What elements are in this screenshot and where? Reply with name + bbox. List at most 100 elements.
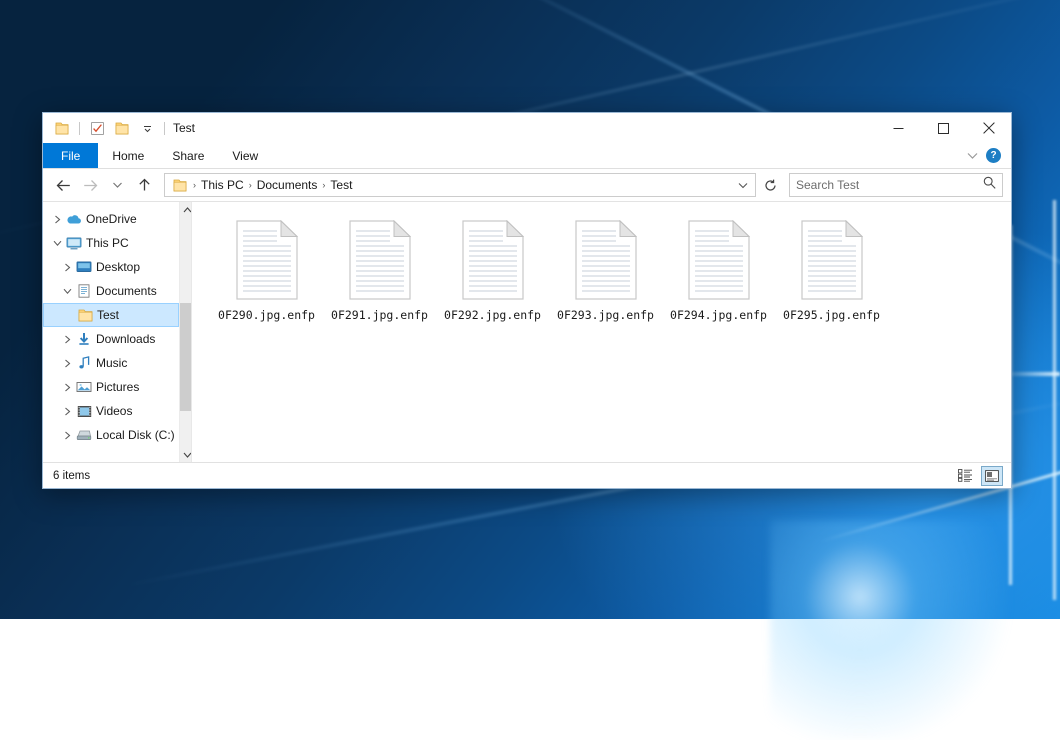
recent-locations-button[interactable] [105, 173, 129, 197]
sidebar-item-onedrive[interactable]: OneDrive [43, 207, 179, 231]
navigation-pane-scrollbar[interactable] [179, 202, 192, 462]
window-pane-line-2 [1052, 200, 1057, 600]
file-explorer-window: Test File Home Share View ? [42, 112, 1012, 489]
navigation-pane: OneDrive This PC [43, 202, 192, 462]
sidebar-item-label: Documents [96, 284, 157, 298]
chevron-right-icon[interactable] [59, 359, 75, 368]
download-icon [75, 332, 93, 346]
file-item[interactable]: 0F290.jpg.enfp [210, 216, 323, 342]
search-box[interactable]: Search Test [789, 173, 1003, 197]
tab-home[interactable]: Home [98, 143, 158, 168]
ribbon-right-controls: ? [967, 143, 1011, 168]
breadcrumb-item-documents[interactable]: Documents [253, 178, 322, 192]
sidebar-item-local-disk-c[interactable]: Local Disk (C:) [43, 423, 179, 447]
refresh-button[interactable] [759, 175, 781, 195]
scrollbar-thumb[interactable] [180, 303, 192, 411]
chevron-down-icon[interactable] [137, 118, 157, 138]
sidebar-item-downloads[interactable]: Downloads [43, 327, 179, 351]
breadcrumb-item-test[interactable]: Test [326, 178, 356, 192]
up-button[interactable] [132, 173, 156, 197]
generic-file-icon [801, 220, 863, 300]
generic-file-icon [349, 220, 411, 300]
file-name-label: 0F292.jpg.enfp [444, 308, 541, 322]
chevron-right-icon[interactable] [59, 431, 75, 440]
file-item[interactable]: 0F293.jpg.enfp [549, 216, 662, 342]
generic-file-icon [236, 220, 298, 300]
folder-icon [168, 173, 192, 197]
chevron-right-icon[interactable] [49, 215, 65, 224]
address-bar[interactable]: › This PC › Documents › Test [164, 173, 756, 197]
back-button[interactable] [51, 173, 75, 197]
forward-button[interactable] [78, 173, 102, 197]
sidebar-item-documents[interactable]: Documents [43, 279, 179, 303]
details-view-button[interactable] [955, 467, 975, 485]
file-name-label: 0F294.jpg.enfp [670, 308, 767, 322]
new-folder-icon[interactable] [112, 118, 132, 138]
pictures-icon [75, 381, 93, 393]
chevron-down-icon[interactable] [734, 175, 752, 195]
minimize-button[interactable] [876, 113, 921, 143]
chevron-down-icon[interactable] [967, 147, 978, 165]
folder-icon[interactable] [52, 118, 72, 138]
tab-share[interactable]: Share [158, 143, 218, 168]
large-icons-view-button[interactable] [981, 466, 1003, 486]
file-item[interactable]: 0F295.jpg.enfp [775, 216, 888, 342]
search-input[interactable]: Search Test [796, 178, 983, 192]
generic-file-icon [462, 220, 524, 300]
item-count-label: 6 items [53, 470, 90, 482]
status-bar: 6 items [43, 462, 1011, 488]
cloud-icon [65, 213, 83, 225]
file-list-view[interactable]: 0F290.jpg.enfp 0F291.jpg.enfp [192, 202, 1011, 462]
qat-separator-2 [164, 122, 165, 135]
scroll-up-button[interactable] [180, 202, 192, 217]
file-item[interactable]: 0F294.jpg.enfp [662, 216, 775, 342]
sidebar-item-label: OneDrive [86, 212, 137, 226]
videos-icon [75, 405, 93, 418]
chevron-right-icon[interactable] [59, 263, 75, 272]
sidebar-item-pictures[interactable]: Pictures [43, 375, 179, 399]
sidebar-item-this-pc[interactable]: This PC [43, 231, 179, 255]
tab-file[interactable]: File [43, 143, 98, 168]
file-name-label: 0F290.jpg.enfp [218, 308, 315, 322]
sidebar-item-label: Downloads [96, 332, 155, 346]
chevron-right-icon[interactable] [59, 383, 75, 392]
chevron-down-icon[interactable] [59, 288, 75, 295]
address-bar-row: › This PC › Documents › Test Search Test [43, 169, 1011, 201]
qat-separator-1 [79, 122, 80, 135]
drive-icon [75, 429, 93, 441]
music-icon [75, 356, 93, 370]
sidebar-item-label: This PC [86, 236, 129, 250]
document-icon [75, 284, 93, 298]
chevron-down-icon[interactable] [49, 240, 65, 247]
chevron-right-icon[interactable] [59, 335, 75, 344]
chevron-right-icon[interactable] [59, 407, 75, 416]
properties-icon[interactable] [87, 118, 107, 138]
sidebar-item-label: Videos [96, 404, 132, 418]
sidebar-item-desktop[interactable]: Desktop [43, 255, 179, 279]
desktop-icon [75, 261, 93, 273]
ribbon-tab-strip: File Home Share View ? [43, 143, 1011, 169]
help-icon[interactable]: ? [986, 148, 1001, 163]
sidebar-item-label: Test [97, 308, 119, 322]
sidebar-item-videos[interactable]: Videos [43, 399, 179, 423]
sidebar-item-music[interactable]: Music [43, 351, 179, 375]
sidebar-item-label: Local Disk (C:) [96, 428, 175, 442]
file-item[interactable]: 0F292.jpg.enfp [436, 216, 549, 342]
breadcrumb-item-this-pc[interactable]: This PC [197, 178, 248, 192]
monitor-icon [65, 237, 83, 250]
folder-icon [76, 309, 94, 322]
maximize-button[interactable] [921, 113, 966, 143]
file-item[interactable]: 0F291.jpg.enfp [323, 216, 436, 342]
close-button[interactable] [966, 113, 1011, 143]
window-title: Test [173, 121, 195, 135]
search-icon [983, 176, 996, 194]
sidebar-item-test[interactable]: Test [43, 303, 179, 327]
wallpaper-glow [770, 520, 1060, 740]
sidebar-item-label: Desktop [96, 260, 140, 274]
window-controls [876, 113, 1011, 143]
tab-view[interactable]: View [218, 143, 272, 168]
scroll-down-button[interactable] [180, 447, 192, 462]
scrollbar-track[interactable] [180, 217, 192, 447]
explorer-body: OneDrive This PC [43, 201, 1011, 462]
sidebar-item-label: Pictures [96, 380, 139, 394]
